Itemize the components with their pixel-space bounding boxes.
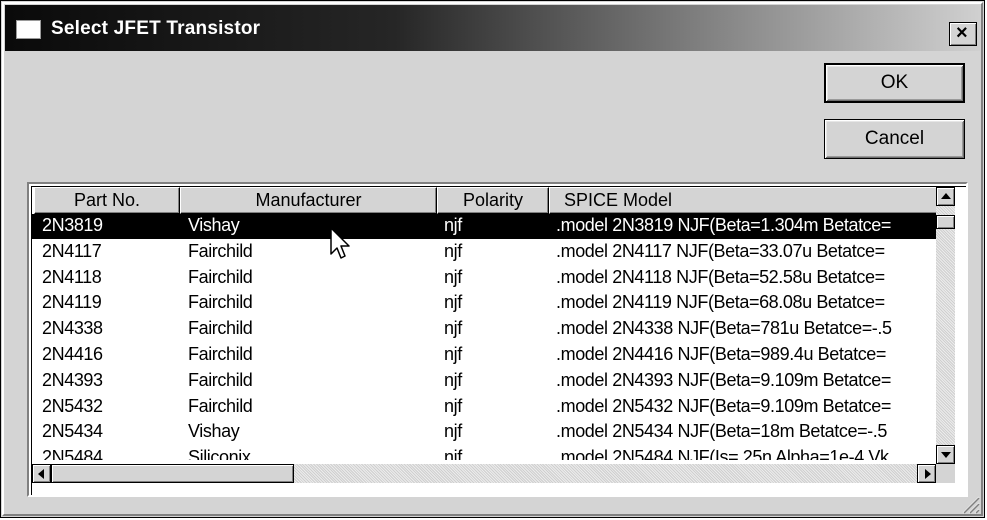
- list-rows: 2N3819 Vishay njf .model 2N3819 NJF(Beta=1.…: [32, 214, 937, 460]
- cell-part-no: 2N3819: [42, 215, 103, 235]
- scroll-right-icon: [925, 469, 931, 479]
- cell-part-no: 2N4416: [42, 344, 103, 364]
- cell-part-no: 2N5484: [42, 447, 103, 460]
- scroll-left-button[interactable]: [32, 464, 51, 483]
- list-header: Part No. Manufacturer Polarity SPICE Mod…: [34, 187, 954, 214]
- cell-spice-model: .model 2N5434 NJF(Beta=18m Betatce=-.5: [556, 421, 887, 442]
- cell-manufacturer: Siliconix: [188, 447, 251, 460]
- cell-polarity: njf: [444, 240, 462, 261]
- dialog-window: Select JFET Transistor × OK Cancel Part …: [0, 0, 985, 518]
- cell-manufacturer: Fairchild: [188, 292, 253, 313]
- transistor-list[interactable]: Part No. Manufacturer Polarity SPICE Mod…: [27, 182, 968, 497]
- column-header-manufacturer[interactable]: Manufacturer: [180, 187, 437, 214]
- cell-spice-model: .model 2N4119 NJF(Beta=68.08u Betatce=: [556, 292, 885, 313]
- cell-part-no: 2N4338: [42, 318, 103, 339]
- scroll-up-button[interactable]: [936, 187, 955, 206]
- cell-polarity: njf: [444, 421, 462, 442]
- mouse-cursor-icon: [330, 227, 350, 259]
- ok-button[interactable]: OK: [824, 63, 965, 103]
- vertical-scrollbar[interactable]: [936, 187, 955, 464]
- cell-spice-model: .model 2N3819 NJF(Beta=1.304m Betatce=: [556, 215, 892, 235]
- title-bar[interactable]: Select JFET Transistor ×: [5, 5, 980, 51]
- scroll-right-button[interactable]: [917, 464, 936, 483]
- cell-spice-model: .model 2N4393 NJF(Beta=9.109m Betatce=: [556, 369, 892, 390]
- cell-manufacturer: Fairchild: [188, 240, 253, 261]
- table-row[interactable]: 2N3819 Vishay njf .model 2N3819 NJF(Beta=1.…: [32, 214, 937, 239]
- table-row[interactable]: 2N5432 Fairchild njf .model 2N5432 NJF(Beta…: [32, 395, 937, 420]
- cancel-button[interactable]: Cancel: [824, 119, 965, 159]
- table-row[interactable]: 2N4119 Fairchild njf .model 2N4119 NJF(Beta…: [32, 291, 937, 316]
- table-row[interactable]: 2N5434 Vishay njf .model 2N5434 NJF(Beta=18…: [32, 420, 937, 445]
- cell-part-no: 2N4118: [42, 266, 102, 287]
- cell-polarity: njf: [444, 318, 462, 339]
- cell-manufacturer: Fairchild: [188, 266, 253, 287]
- table-row[interactable]: 2N5484 Siliconix njf .model 2N5484 NJF(Is=.…: [32, 446, 937, 460]
- cell-manufacturer: Vishay: [188, 421, 240, 442]
- cell-spice-model: .model 2N5484 NJF(Is=.25n Alpha=1e-4 Vk: [556, 447, 889, 460]
- horizontal-scrollbar[interactable]: [32, 464, 936, 483]
- close-icon: ×: [956, 22, 968, 44]
- table-row[interactable]: 2N4117 Fairchild njf .model 2N4117 NJF(Beta…: [32, 240, 937, 265]
- resize-grip-icon[interactable]: [957, 491, 981, 515]
- cell-part-no: 2N5434: [42, 421, 103, 442]
- cell-part-no: 2N4117: [42, 240, 102, 261]
- cell-polarity: njf: [444, 292, 462, 313]
- scroll-left-icon: [38, 469, 44, 479]
- cell-polarity: njf: [444, 266, 462, 287]
- cell-polarity: njf: [444, 344, 462, 364]
- window-icon: [16, 20, 41, 39]
- cell-manufacturer: Fairchild: [188, 318, 253, 339]
- cell-spice-model: .model 2N4117 NJF(Beta=33.07u Betatce=: [556, 240, 885, 261]
- scroll-down-button[interactable]: [936, 445, 955, 464]
- cell-polarity: njf: [444, 447, 462, 460]
- cell-part-no: 2N4119: [42, 292, 102, 313]
- window-title: Select JFET Transistor: [51, 18, 261, 39]
- cell-manufacturer: Fairchild: [188, 395, 253, 416]
- column-header-polarity[interactable]: Polarity: [437, 187, 549, 214]
- scroll-down-icon: [941, 452, 951, 458]
- cell-spice-model: .model 2N4338 NJF(Beta=781u Betatce=-.5: [556, 318, 892, 339]
- cell-manufacturer: Fairchild: [188, 344, 253, 364]
- cell-spice-model: .model 2N4416 NJF(Beta=989.4u Betatce=: [556, 344, 887, 364]
- vertical-scroll-thumb[interactable]: [936, 215, 955, 229]
- table-row[interactable]: 2N4338 Fairchild njf .model 2N4338 NJF(Beta…: [32, 317, 937, 342]
- cell-polarity: njf: [444, 215, 462, 235]
- scrollbar-corner: [936, 464, 955, 483]
- cell-polarity: njf: [444, 369, 462, 390]
- horizontal-scroll-thumb[interactable]: [51, 464, 294, 483]
- cell-polarity: njf: [444, 395, 462, 416]
- table-row[interactable]: 2N4416 Fairchild njf .model 2N4416 NJF(Beta…: [32, 343, 937, 368]
- table-row[interactable]: 2N4393 Fairchild njf .model 2N4393 NJF(Beta…: [32, 369, 937, 394]
- table-row[interactable]: 2N4118 Fairchild njf .model 2N4118 NJF(Beta…: [32, 266, 937, 291]
- cell-manufacturer: Fairchild: [188, 369, 253, 390]
- cell-manufacturer: Vishay: [188, 215, 240, 235]
- cell-part-no: 2N5432: [42, 395, 103, 416]
- list-viewport: Part No. Manufacturer Polarity SPICE Mod…: [31, 186, 966, 495]
- scroll-up-icon: [941, 193, 951, 199]
- column-header-spice-model[interactable]: SPICE Model: [549, 187, 938, 214]
- close-button[interactable]: ×: [949, 22, 977, 46]
- cell-part-no: 2N4393: [42, 369, 103, 390]
- cell-spice-model: .model 2N5432 NJF(Beta=9.109m Betatce=: [556, 395, 892, 416]
- cell-spice-model: .model 2N4118 NJF(Beta=52.58u Betatce=: [556, 266, 885, 287]
- column-header-part-no[interactable]: Part No.: [34, 187, 180, 214]
